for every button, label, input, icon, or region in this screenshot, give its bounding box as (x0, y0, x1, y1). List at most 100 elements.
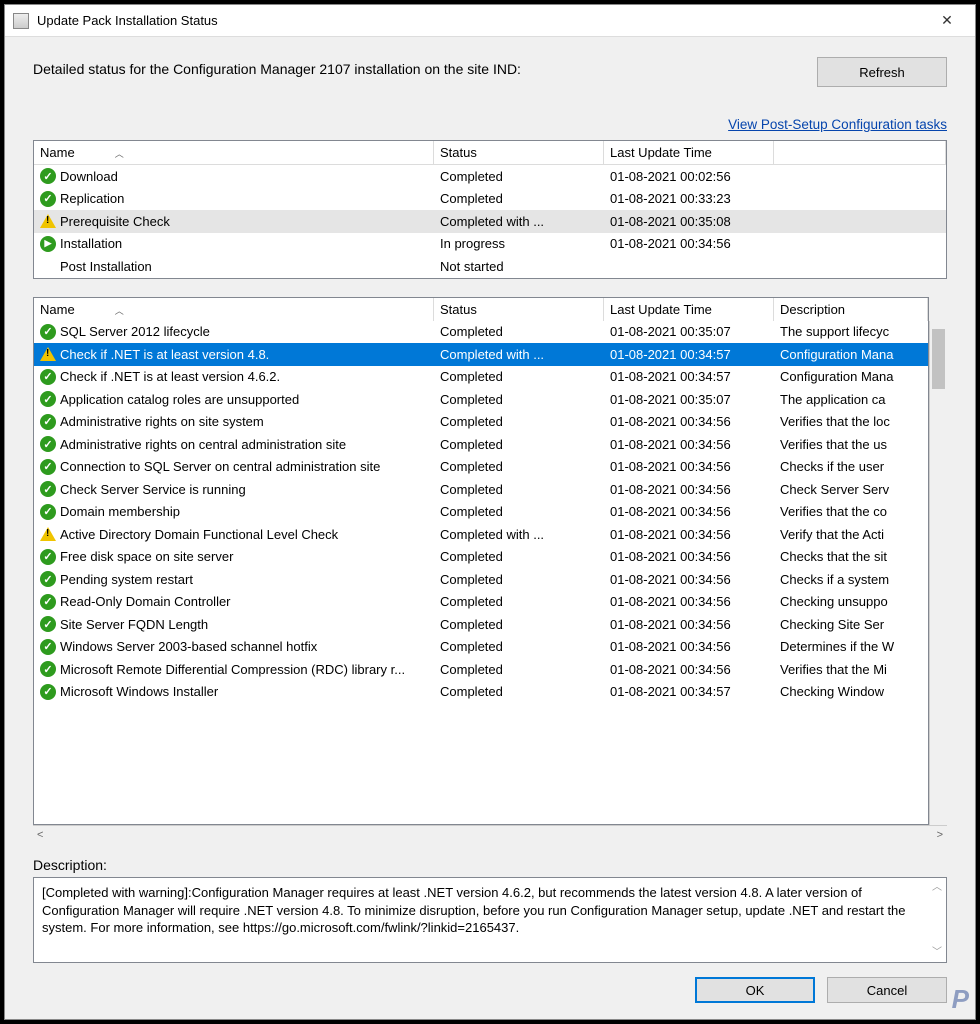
col-description[interactable]: Description (774, 298, 928, 321)
row-description: Checks if a system (774, 568, 928, 591)
table-row[interactable]: Prerequisite CheckCompleted with ...01-0… (34, 210, 946, 233)
table-row[interactable]: DownloadCompleted01-08-2021 00:02:56 (34, 165, 946, 188)
table-row[interactable]: Read-Only Domain ControllerCompleted01-0… (34, 591, 928, 614)
checks-grid-header: Name︿ Status Last Update Time Descriptio… (33, 297, 929, 321)
row-status: Completed (434, 410, 604, 433)
row-description: Verifies that the Mi (774, 658, 928, 681)
warning-icon (40, 214, 56, 228)
row-description: Verifies that the us (774, 433, 928, 456)
col-name[interactable]: Name︿ (34, 141, 434, 164)
vertical-scrollbar[interactable] (929, 321, 947, 826)
table-row[interactable]: Domain membershipCompleted01-08-2021 00:… (34, 501, 928, 524)
row-status: Completed (434, 388, 604, 411)
row-time: 01-08-2021 00:34:56 (604, 478, 774, 501)
warning-icon (40, 527, 56, 541)
window-title: Update Pack Installation Status (37, 13, 927, 28)
description-text: [Completed with warning]:Configuration M… (42, 884, 938, 937)
scroll-up-icon[interactable]: ︿ (932, 881, 942, 895)
row-name: Replication (60, 191, 124, 206)
row-name: Microsoft Remote Differential Compressio… (60, 662, 405, 677)
row-time: 01-08-2021 00:34:56 (604, 232, 774, 255)
row-description: The application ca (774, 388, 928, 411)
description-box[interactable]: [Completed with warning]:Configuration M… (33, 877, 947, 963)
watermark: P (952, 984, 969, 1015)
phases-grid-header: Name︿ Status Last Update Time (34, 141, 946, 165)
app-icon (13, 13, 29, 29)
row-status: Completed (434, 545, 604, 568)
row-description: Checks that the sit (774, 545, 928, 568)
row-status: Completed (434, 635, 604, 658)
table-row[interactable]: Windows Server 2003-based schannel hotfi… (34, 636, 928, 659)
refresh-button[interactable]: Refresh (817, 57, 947, 87)
scroll-left-icon[interactable]: < (37, 829, 43, 841)
dialog-window: Update Pack Installation Status ✕ Detail… (4, 4, 976, 1020)
col-time[interactable]: Last Update Time (604, 298, 774, 321)
table-row[interactable]: Post InstallationNot started (34, 255, 946, 278)
success-icon (40, 661, 56, 677)
row-status: Completed with ... (434, 210, 604, 233)
row-description: Verify that the Acti (774, 523, 928, 546)
table-row[interactable]: Check if .NET is at least version 4.6.2.… (34, 366, 928, 389)
table-row[interactable]: Administrative rights on central adminis… (34, 433, 928, 456)
table-row[interactable]: Free disk space on site serverCompleted0… (34, 546, 928, 569)
post-setup-link[interactable]: View Post-Setup Configuration tasks (728, 117, 947, 132)
row-time: 01-08-2021 00:33:23 (604, 187, 774, 210)
col-name[interactable]: Name︿ (34, 298, 434, 321)
horizontal-scrollbar[interactable]: < > (33, 825, 947, 843)
col-time[interactable]: Last Update Time (604, 141, 774, 164)
table-row[interactable]: Microsoft Remote Differential Compressio… (34, 658, 928, 681)
row-time: 01-08-2021 00:35:07 (604, 321, 774, 344)
progress-icon (40, 236, 56, 252)
row-name: Application catalog roles are unsupporte… (60, 392, 299, 407)
cancel-button[interactable]: Cancel (827, 977, 947, 1003)
phases-grid[interactable]: Name︿ Status Last Update Time DownloadCo… (33, 140, 947, 279)
row-status: Completed with ... (434, 343, 604, 366)
table-row[interactable]: Microsoft Windows InstallerCompleted01-0… (34, 681, 928, 704)
success-icon (40, 191, 56, 207)
summary-text: Detailed status for the Configuration Ma… (33, 57, 797, 77)
row-name: Check if .NET is at least version 4.8. (60, 347, 269, 362)
row-description: Configuration Mana (774, 365, 928, 388)
table-row[interactable]: SQL Server 2012 lifecycleCompleted01-08-… (34, 321, 928, 344)
success-icon (40, 391, 56, 407)
row-name: Installation (60, 236, 122, 251)
scroll-right-icon[interactable]: > (937, 829, 943, 841)
table-row[interactable]: Installation In progress01-08-2021 00:34:… (34, 233, 946, 256)
success-icon (40, 436, 56, 452)
warning-icon (40, 347, 56, 361)
row-status: Completed (434, 455, 604, 478)
row-description: Verifies that the co (774, 500, 928, 523)
row-time: 01-08-2021 00:34:57 (604, 680, 774, 703)
success-icon (40, 168, 56, 184)
row-time: 01-08-2021 00:34:56 (604, 635, 774, 658)
row-time: 01-08-2021 00:34:56 (604, 523, 774, 546)
scroll-down-icon[interactable]: ﹀ (932, 946, 942, 960)
success-icon (40, 481, 56, 497)
description-scrollbar[interactable]: ︿ ﹀ (928, 878, 946, 962)
row-description: Checking unsuppo (774, 590, 928, 613)
row-time: 01-08-2021 00:34:57 (604, 365, 774, 388)
row-description: The support lifecyc (774, 321, 928, 344)
table-row[interactable]: Pending system restartCompleted01-08-202… (34, 568, 928, 591)
row-status: Completed (434, 165, 604, 188)
table-row[interactable]: ReplicationCompleted01-08-2021 00:33:23 (34, 188, 946, 211)
table-row[interactable]: Site Server FQDN LengthCompleted01-08-20… (34, 613, 928, 636)
table-row[interactable]: Administrative rights on site system Comp… (34, 411, 928, 434)
scrollbar-thumb[interactable] (932, 329, 945, 389)
row-status: In progress (434, 232, 604, 255)
checks-grid-body[interactable]: SQL Server 2012 lifecycleCompleted01-08-… (33, 321, 929, 826)
ok-button[interactable]: OK (695, 977, 815, 1003)
table-row[interactable]: Check if .NET is at least version 4.8. Co… (34, 343, 928, 366)
row-name: Administrative rights on site system (60, 414, 264, 429)
close-button[interactable]: ✕ (927, 7, 967, 35)
row-status: Not started (434, 255, 604, 278)
row-time: 01-08-2021 00:34:56 (604, 433, 774, 456)
table-row[interactable]: Check Server Service is runningCompleted… (34, 478, 928, 501)
row-description: Verifies that the loc (774, 410, 928, 433)
col-status[interactable]: Status (434, 298, 604, 321)
table-row[interactable]: Connection to SQL Server on central admi… (34, 456, 928, 479)
success-icon (40, 571, 56, 587)
table-row[interactable]: Active Directory Domain Functional Level… (34, 523, 928, 546)
col-status[interactable]: Status (434, 141, 604, 164)
table-row[interactable]: Application catalog roles are unsupporte… (34, 388, 928, 411)
